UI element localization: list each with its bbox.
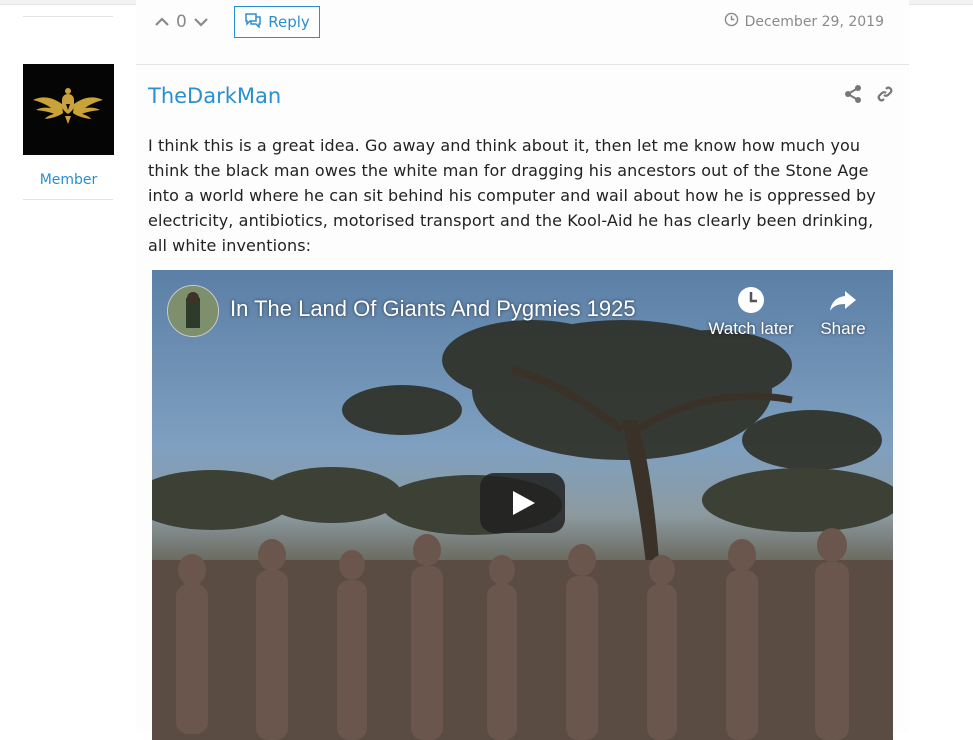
- vote-count: 0: [176, 12, 187, 32]
- channel-avatar[interactable]: [167, 285, 219, 337]
- watch-later-button[interactable]: Watch later: [701, 285, 801, 339]
- video-embed[interactable]: In The Land Of Giants And Pygmies 1925 W…: [152, 270, 893, 740]
- play-button[interactable]: [480, 473, 565, 533]
- post-body: I think this is a great idea. Go away an…: [148, 136, 876, 255]
- share-icon[interactable]: [843, 84, 863, 104]
- user-role: Member: [39, 172, 98, 188]
- post-actions: [843, 84, 895, 104]
- share-label: Share: [820, 319, 866, 338]
- share-arrow-icon: [828, 285, 858, 315]
- clock-icon: [736, 285, 766, 315]
- clock-icon: [724, 12, 739, 31]
- winged-emblem-icon: [23, 64, 114, 155]
- video-title[interactable]: In The Land Of Giants And Pygmies 1925: [230, 296, 636, 322]
- avatar[interactable]: [23, 64, 114, 155]
- play-icon: [513, 491, 535, 515]
- chevron-down-icon[interactable]: [191, 12, 211, 32]
- date-text: December 29, 2019: [744, 13, 884, 30]
- post-author[interactable]: TheDarkMan: [148, 84, 281, 108]
- reply-button[interactable]: Reply: [234, 6, 320, 38]
- comments-icon: [244, 12, 262, 32]
- watch-later-label: Watch later: [708, 319, 794, 338]
- sidebar-divider: [23, 16, 113, 17]
- link-icon[interactable]: [875, 84, 895, 104]
- vote-control: 0: [152, 8, 211, 36]
- sidebar-divider: [23, 199, 113, 200]
- reply-label: Reply: [268, 13, 310, 31]
- chevron-up-icon[interactable]: [152, 12, 172, 32]
- share-button[interactable]: Share: [793, 285, 893, 339]
- post-date: December 29, 2019: [724, 12, 884, 31]
